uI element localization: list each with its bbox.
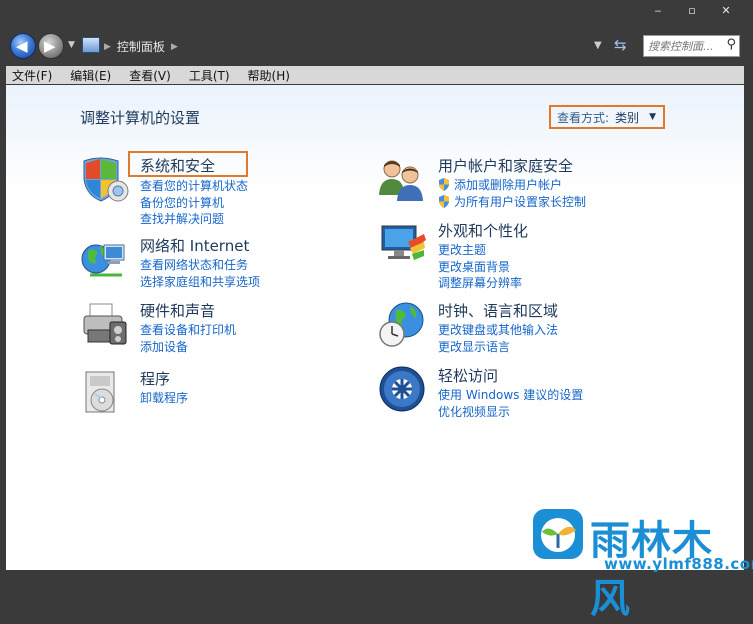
view-by-selector[interactable]: 查看方式: 类别 ▼ [549, 105, 665, 129]
link-add-remove-accounts-label: 添加或删除用户帐户 [454, 178, 563, 192]
link-change-desktop-bg[interactable]: 更改桌面背景 [438, 259, 522, 276]
network-title[interactable]: 网络和 Internet [140, 235, 249, 256]
link-keyboard-input[interactable]: 更改键盘或其他输入法 [438, 322, 558, 339]
recent-pages-dropdown-icon[interactable]: ▼ [68, 40, 75, 50]
breadcrumb-chevron-icon[interactable]: ▶ [104, 42, 111, 52]
ease-of-access-links: 使用 Windows 建议的设置 优化视频显示 [438, 387, 583, 420]
link-network-status[interactable]: 查看网络状态和任务 [140, 257, 260, 274]
system-security-links: 查看您的计算机状态 备份您的计算机 查找并解决问题 [140, 178, 248, 228]
link-backup-computer[interactable]: 备份您的计算机 [140, 195, 248, 212]
menu-bar: 文件(F) 编辑(E) 查看(V) 工具(T) 帮助(H) [6, 66, 744, 84]
view-by-value[interactable]: 类别 [615, 109, 639, 126]
menu-file[interactable]: 文件(F) [6, 67, 58, 84]
user-accounts-links: 添加或删除用户帐户 为所有用户设置家长控制 [438, 177, 586, 210]
link-screen-resolution[interactable]: 调整屏幕分辨率 [438, 275, 522, 292]
appearance-links: 更改主题 更改桌面背景 调整屏幕分辨率 [438, 242, 522, 292]
network-globe-icon [81, 244, 125, 277]
address-dropdown-icon[interactable]: ▼ [594, 40, 602, 51]
search-input[interactable] [644, 36, 722, 55]
forward-button[interactable]: ▶ [38, 33, 64, 59]
window-chrome: ‒ ▫ ✕ ◀ ▶ ▼ ▶ 控制面板 ▶ ▼ ⇆ ⚲ [0, 0, 753, 64]
ease-of-access-title[interactable]: 轻松访问 [438, 365, 498, 386]
maximize-button[interactable]: ▫ [675, 2, 709, 20]
link-recommended-settings[interactable]: 使用 Windows 建议的设置 [438, 387, 583, 404]
refresh-icon[interactable]: ⇆ [614, 36, 627, 54]
appearance-title[interactable]: 外观和个性化 [438, 220, 528, 241]
close-button[interactable]: ✕ [709, 2, 743, 20]
search-icon[interactable]: ⚲ [726, 37, 736, 52]
control-panel-content: 调整计算机的设置 查看方式: 类别 ▼ 系统和安全 查看您的计算机状态 备份您的… [6, 85, 744, 570]
chevron-down-icon[interactable]: ▼ [649, 112, 656, 122]
brand-logo-icon [533, 509, 583, 559]
view-by-label: 查看方式: [557, 110, 610, 125]
control-panel-icon [82, 37, 100, 53]
hardware-sound-links: 查看设备和打印机 添加设备 [140, 322, 236, 355]
highlight-box [128, 151, 248, 177]
forward-arrow-icon: ▶ [44, 37, 56, 55]
back-arrow-icon: ◀ [16, 37, 28, 55]
programs-icon [85, 371, 115, 413]
programs-title[interactable]: 程序 [140, 368, 170, 389]
clock-language-links: 更改键盘或其他输入法 更改显示语言 [438, 322, 558, 355]
search-box[interactable]: ⚲ [643, 35, 740, 57]
network-links: 查看网络状态和任务 选择家庭组和共享选项 [140, 257, 260, 290]
users-icon [379, 160, 423, 201]
minimize-button[interactable]: ‒ [641, 2, 675, 20]
window-controls: ‒ ▫ ✕ [641, 2, 743, 20]
clock-language-title[interactable]: 时钟、语言和区域 [438, 300, 558, 321]
back-button[interactable]: ◀ [10, 33, 36, 59]
uac-shield-icon [439, 194, 449, 208]
link-troubleshoot[interactable]: 查找并解决问题 [140, 211, 248, 228]
breadcrumb-control-panel[interactable]: 控制面板 [117, 38, 165, 55]
link-optimize-video[interactable]: 优化视频显示 [438, 404, 583, 421]
breadcrumb-chevron-icon[interactable]: ▶ [171, 42, 178, 52]
link-view-computer-status[interactable]: 查看您的计算机状态 [140, 178, 248, 195]
clock-globe-icon [379, 302, 424, 347]
link-parental-controls-label: 为所有用户设置家长控制 [454, 194, 587, 209]
hardware-sound-title[interactable]: 硬件和声音 [140, 300, 215, 321]
brand-url: www.ylmf888.com [604, 555, 753, 573]
link-display-language[interactable]: 更改显示语言 [438, 339, 558, 356]
menu-help[interactable]: 帮助(H) [236, 67, 296, 84]
shield-icon [83, 157, 129, 202]
menu-edit[interactable]: 编辑(E) [58, 67, 117, 84]
uac-shield-icon [439, 178, 449, 191]
ease-of-access-icon [379, 366, 425, 412]
programs-links: 卸载程序 [140, 390, 188, 407]
link-change-theme[interactable]: 更改主题 [438, 242, 522, 259]
link-uninstall-program[interactable]: 卸载程序 [140, 390, 188, 407]
printer-icon [83, 303, 127, 345]
appearance-icon [381, 225, 426, 260]
menu-view[interactable]: 查看(V) [117, 67, 177, 84]
link-devices-printers[interactable]: 查看设备和打印机 [140, 322, 236, 339]
watermark-logo: 雨林木风 www.ylmf888.com [530, 506, 753, 622]
breadcrumb: ▶ 控制面板 ▶ [104, 38, 178, 55]
menu-tools[interactable]: 工具(T) [177, 67, 236, 84]
link-add-device[interactable]: 添加设备 [140, 339, 236, 356]
page-title: 调整计算机的设置 [80, 109, 201, 127]
link-parental-controls[interactable]: 为所有用户设置家长控制 [438, 194, 586, 211]
link-add-remove-accounts[interactable]: 添加或删除用户帐户 [438, 177, 586, 194]
link-homegroup-sharing[interactable]: 选择家庭组和共享选项 [140, 274, 260, 291]
user-accounts-title[interactable]: 用户帐户和家庭安全 [438, 155, 573, 176]
